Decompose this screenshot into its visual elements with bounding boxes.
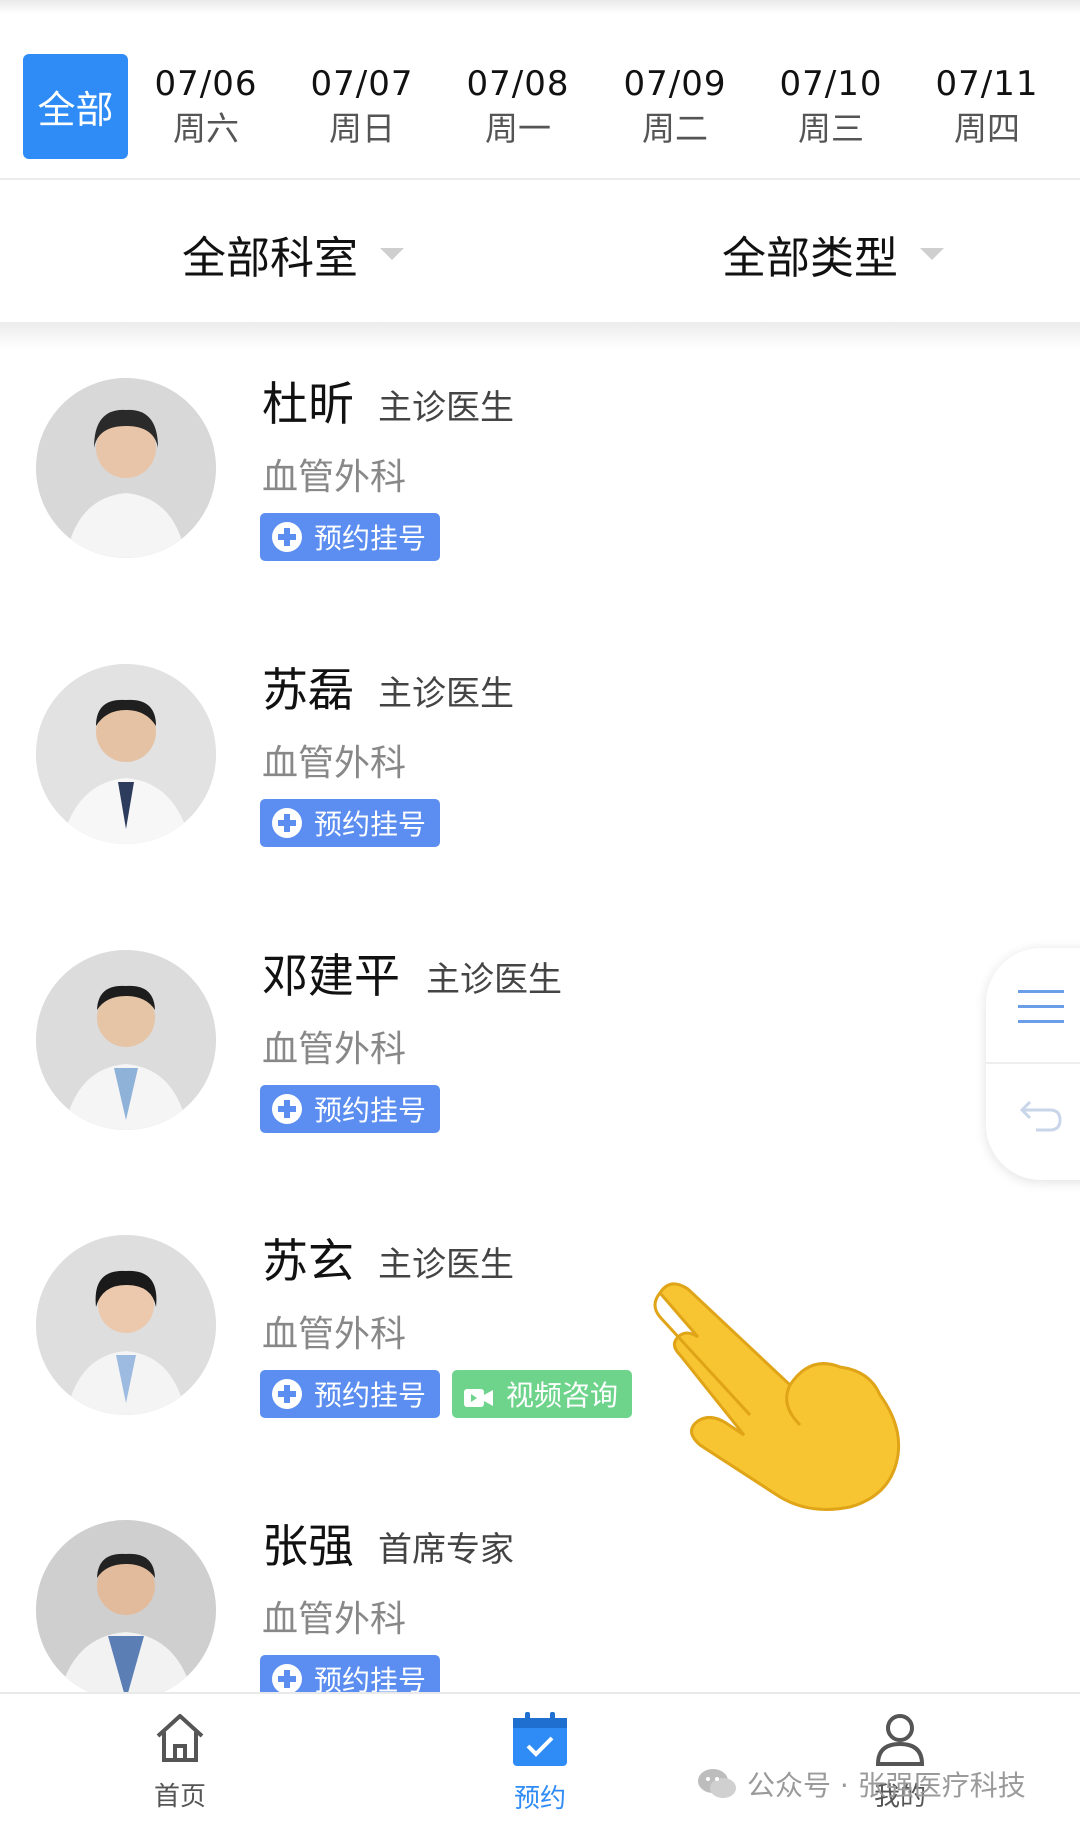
- department-filter-label: 全部科室: [182, 233, 358, 284]
- doctor-title: 主诊医生: [378, 388, 514, 428]
- book-appointment-button[interactable]: 预约挂号: [260, 1085, 440, 1133]
- date-item-0707[interactable]: 07/07 周日: [302, 62, 422, 152]
- type-filter-label: 全部类型: [722, 233, 898, 284]
- date-item-0710[interactable]: 07/10 周三: [771, 62, 891, 152]
- medical-cross-icon: [272, 1664, 302, 1694]
- doctor-avatar: [36, 950, 216, 1130]
- doctor-avatar: [36, 1235, 216, 1415]
- date-item-0706[interactable]: 07/06 周六: [146, 62, 266, 152]
- doctor-department: 血管外科: [262, 1314, 407, 1355]
- weekday-label: 周二: [642, 109, 708, 148]
- floating-side-widget: [986, 948, 1080, 1180]
- divider: [0, 322, 1080, 350]
- date-label: 07/07: [310, 64, 414, 104]
- date-all-button[interactable]: 全部: [23, 54, 128, 159]
- weekday-label: 周一: [485, 109, 551, 148]
- video-consult-label: 视频咨询: [506, 1379, 619, 1412]
- pointing-hand-icon: [640, 1275, 910, 1515]
- watermark-text: 公众号 · 张强医疗科技: [747, 1769, 1026, 1802]
- nav-booking[interactable]: 预约: [480, 1708, 600, 1815]
- doctor-title: 主诊医生: [426, 960, 562, 1000]
- doctor-avatar: [36, 664, 216, 844]
- doctor-avatar: [36, 1520, 216, 1700]
- doctor-name: 杜昕: [262, 377, 354, 431]
- doctor-department: 血管外科: [262, 457, 407, 498]
- date-selector: 全部 07/06 周六 07/07 周日 07/08 周一 07/09 周二 0…: [0, 14, 1080, 180]
- user-icon: [875, 1714, 925, 1766]
- doctor-name: 邓建平: [262, 949, 400, 1003]
- doctor-name: 苏磊: [262, 663, 354, 717]
- medical-cross-icon: [272, 1379, 302, 1409]
- doctor-department: 血管外科: [262, 743, 407, 784]
- date-label: 07/08: [466, 64, 570, 104]
- doctor-title: 首席专家: [378, 1530, 514, 1570]
- doctor-avatar: [36, 378, 216, 558]
- book-label: 预约挂号: [314, 1094, 427, 1127]
- chevron-down-icon: [920, 248, 944, 260]
- doctor-card[interactable]: 苏磊 主诊医生 血管外科 预约挂号: [0, 663, 1080, 904]
- medical-cross-icon: [272, 522, 302, 552]
- video-consult-button[interactable]: 视频咨询: [452, 1370, 632, 1418]
- medical-cross-icon: [272, 1094, 302, 1124]
- bottom-navigation: 首页 预约 我的: [0, 1692, 1080, 1824]
- doctor-name: 张强: [262, 1519, 354, 1573]
- filter-bar: 全部科室 全部类型: [0, 182, 1080, 322]
- menu-icon[interactable]: [1016, 978, 1066, 1034]
- wechat-icon: [698, 1769, 736, 1798]
- doctor-card[interactable]: 苏玄 主诊医生 血管外科 预约挂号 视频咨询: [0, 1234, 1080, 1475]
- date-label: 07/06: [154, 64, 258, 104]
- doctor-title: 主诊医生: [378, 1245, 514, 1285]
- book-appointment-button[interactable]: 预约挂号: [260, 799, 440, 847]
- book-appointment-button[interactable]: 预约挂号: [260, 1370, 440, 1418]
- weekday-label: 周日: [329, 109, 395, 148]
- department-filter[interactable]: 全部科室: [182, 222, 404, 286]
- doctor-department: 血管外科: [262, 1599, 407, 1640]
- weekday-label: 周六: [173, 109, 239, 148]
- date-item-0708[interactable]: 07/08 周一: [458, 62, 578, 152]
- doctor-title: 主诊医生: [378, 674, 514, 714]
- date-label: 07/09: [623, 64, 727, 104]
- watermark: 公众号 · 张强医疗科技: [697, 1764, 1026, 1804]
- nav-home-label: 首页: [153, 1782, 206, 1812]
- weekday-label: 周四: [954, 109, 1020, 148]
- date-label: 07/11: [935, 64, 1039, 104]
- book-label: 预约挂号: [314, 522, 427, 555]
- book-label: 预约挂号: [314, 808, 427, 841]
- divider: [986, 1062, 1080, 1064]
- nav-booking-label: 预约: [513, 1784, 566, 1814]
- doctor-name: 苏玄: [262, 1234, 354, 1288]
- back-icon[interactable]: [1018, 1088, 1066, 1136]
- home-icon: [156, 1714, 204, 1762]
- weekday-label: 周三: [798, 109, 864, 148]
- type-filter[interactable]: 全部类型: [722, 222, 944, 286]
- book-appointment-button[interactable]: 预约挂号: [260, 513, 440, 561]
- doctor-card[interactable]: 邓建平 主诊医生 血管外科 预约挂号: [0, 949, 1080, 1190]
- doctor-department: 血管外科: [262, 1029, 407, 1070]
- medical-cross-icon: [272, 808, 302, 838]
- nav-home[interactable]: 首页: [120, 1708, 240, 1813]
- chevron-down-icon: [380, 248, 404, 260]
- top-shadow: [0, 0, 1080, 14]
- date-item-0709[interactable]: 07/09 周二: [615, 62, 735, 152]
- video-camera-icon: [464, 1383, 494, 1407]
- date-item-0711[interactable]: 07/11 周四: [927, 62, 1047, 152]
- date-label: 07/10: [779, 64, 883, 104]
- calendar-check-icon: [513, 1712, 567, 1766]
- doctor-card[interactable]: 杜昕 主诊医生 血管外科 预约挂号: [0, 377, 1080, 618]
- book-label: 预约挂号: [314, 1379, 427, 1412]
